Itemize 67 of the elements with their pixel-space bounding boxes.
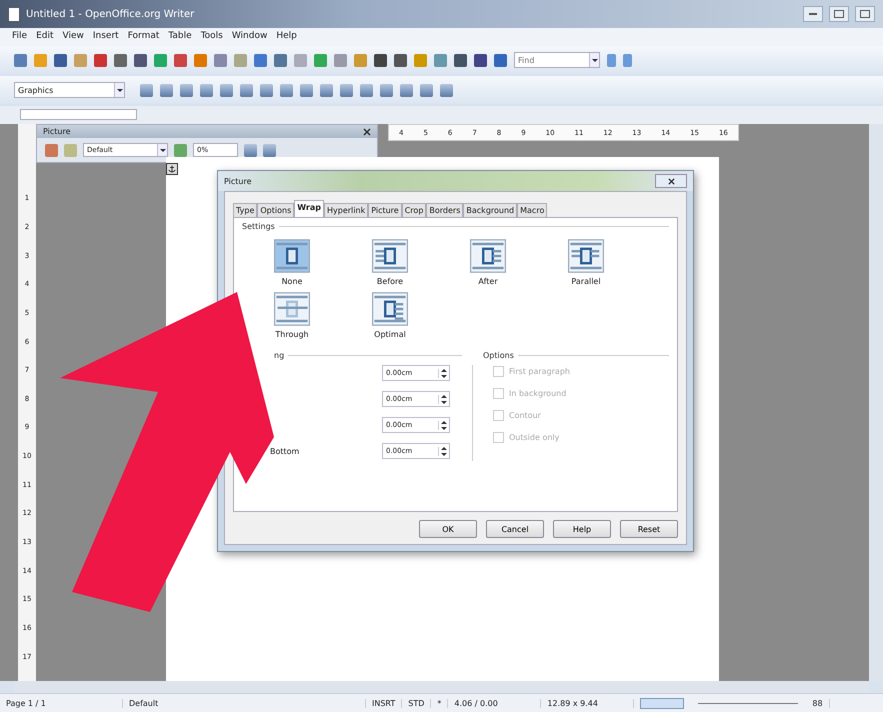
checkbox-label: In background bbox=[509, 388, 566, 398]
zoom-level: 88 bbox=[806, 698, 830, 708]
section-title: ng bbox=[274, 351, 284, 360]
toolbar-title: Picture bbox=[43, 127, 71, 136]
tab[interactable]: Options bbox=[257, 203, 294, 217]
page-style: Default bbox=[123, 698, 366, 708]
scroll-bar[interactable] bbox=[869, 124, 883, 681]
window-title: Untitled 1 - OpenOffice.org Writer bbox=[26, 8, 194, 20]
tab[interactable]: Macro bbox=[517, 203, 548, 217]
selection-mode: STD bbox=[402, 698, 432, 708]
close-icon[interactable] bbox=[363, 128, 371, 136]
none-wrap-icon[interactable] bbox=[274, 239, 310, 273]
find-input[interactable]: Find bbox=[515, 53, 581, 67]
option-label: After bbox=[478, 277, 498, 286]
dialog-title: Picture bbox=[224, 176, 252, 186]
menu-item[interactable]: Help bbox=[276, 31, 297, 43]
tab[interactable]: Crop bbox=[402, 203, 426, 217]
option-label: Before bbox=[376, 277, 404, 286]
dialog-button[interactable]: OK bbox=[419, 520, 477, 538]
checkbox-label: Contour bbox=[509, 410, 541, 420]
minimize-button[interactable] bbox=[803, 6, 823, 22]
checkbox-label: Outside only bbox=[509, 432, 560, 442]
tab[interactable]: Borders bbox=[426, 203, 464, 217]
menu-item[interactable]: File bbox=[12, 31, 28, 43]
menu-item[interactable]: Table bbox=[168, 31, 192, 43]
page-indicator: Page 1 / 1 bbox=[0, 698, 123, 708]
dialog-button[interactable]: Reset bbox=[620, 520, 678, 538]
modified-indicator: * bbox=[431, 698, 448, 708]
checkbox-label: First paragraph bbox=[509, 366, 570, 376]
close-icon[interactable] bbox=[668, 178, 674, 184]
optimal-wrap-icon[interactable] bbox=[372, 292, 408, 326]
option-label: Optimal bbox=[374, 330, 406, 339]
cursor-position: 4.06 / 0.00 bbox=[448, 698, 542, 708]
insert-mode: INSRT bbox=[366, 698, 402, 708]
tab[interactable]: Hyperlink bbox=[324, 203, 368, 217]
input-field[interactable] bbox=[20, 109, 137, 120]
section-title: Options bbox=[483, 351, 514, 360]
menu-item[interactable]: Edit bbox=[36, 31, 54, 43]
tab[interactable]: Type bbox=[233, 203, 258, 217]
dialog-button[interactable]: Help bbox=[553, 520, 611, 538]
menu-item[interactable]: Tools bbox=[200, 31, 223, 43]
scroll-bar[interactable] bbox=[14, 681, 869, 693]
section-title: Settings bbox=[242, 222, 275, 231]
tab[interactable]: Wrap bbox=[294, 200, 324, 217]
menu-item[interactable]: View bbox=[62, 31, 84, 43]
close-button[interactable] bbox=[655, 174, 687, 188]
object-size: 12.89 x 9.44 bbox=[541, 698, 634, 708]
style-dropdown[interactable]: Graphics bbox=[14, 82, 125, 98]
view-layout-icon[interactable] bbox=[640, 698, 684, 708]
tab[interactable]: Background bbox=[463, 203, 518, 217]
document-icon bbox=[8, 6, 20, 22]
close-button[interactable] bbox=[855, 6, 875, 22]
through-wrap-icon[interactable] bbox=[274, 292, 310, 326]
find-field[interactable]: Find bbox=[514, 52, 600, 68]
parallel-wrap-icon[interactable] bbox=[568, 239, 604, 273]
field-label: Bottom bbox=[270, 446, 300, 456]
option-label: Parallel bbox=[571, 277, 601, 286]
before-wrap-icon[interactable] bbox=[372, 239, 408, 273]
menu-item[interactable]: Window bbox=[232, 31, 268, 43]
menu-item[interactable]: Insert bbox=[92, 31, 119, 43]
maximize-button[interactable] bbox=[829, 6, 849, 22]
tab[interactable]: Picture bbox=[368, 203, 402, 217]
option-label: None bbox=[282, 277, 302, 286]
menu-item[interactable]: Format bbox=[128, 31, 160, 43]
after-wrap-icon[interactable] bbox=[470, 239, 506, 273]
option-label: Through bbox=[275, 330, 309, 339]
dialog-button[interactable]: Cancel bbox=[486, 520, 544, 538]
